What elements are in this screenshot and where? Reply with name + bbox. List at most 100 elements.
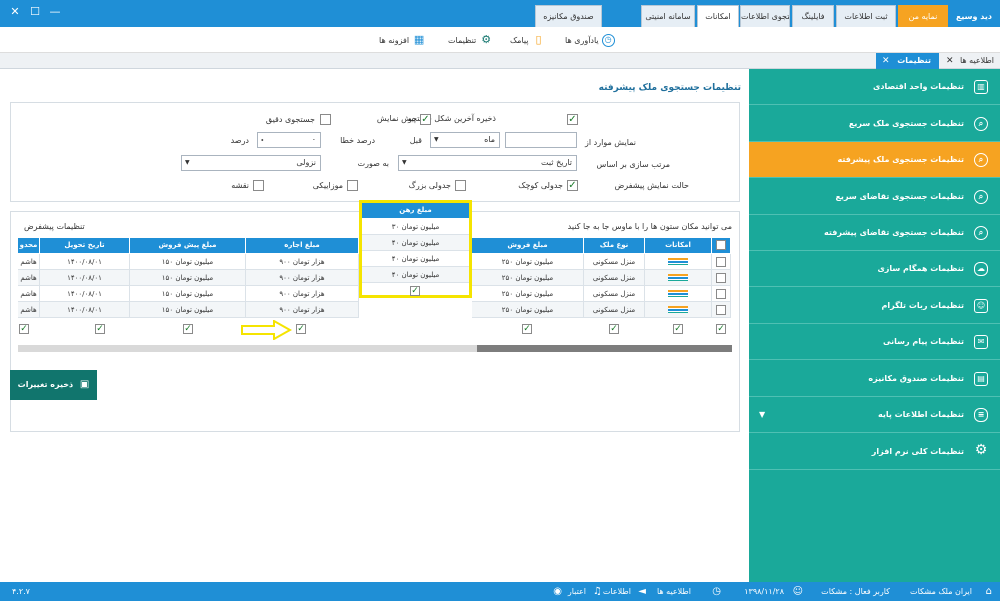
col-sale-header[interactable]: مبلغ فروش xyxy=(472,238,584,253)
month-unit-select[interactable]: ▼ ماه xyxy=(430,132,500,148)
tab-wide-view[interactable]: دید وسیع xyxy=(950,5,998,27)
sidebar-item-advanced-demand-search[interactable]: تنظیمات جستجوی تقاضای پیشرفته ⌕ xyxy=(749,215,1000,251)
row-checkbox-cell[interactable] xyxy=(712,286,731,302)
sidebar-item-telegram-bot[interactable]: تنظیمات ربات تلگرام ☺ xyxy=(749,288,1000,324)
select-all-header[interactable] xyxy=(712,238,731,253)
col-visible-checkbox[interactable]: ✓ xyxy=(716,324,726,334)
row-checkbox-cell[interactable] xyxy=(712,254,731,270)
plugins-button[interactable]: افزونه ها ▦ xyxy=(379,32,426,48)
doc-tab-announcements[interactable]: ✕ اطلاعیه ها xyxy=(942,53,998,69)
sidebar-item-label: تنظیمات ربات تلگرام xyxy=(881,301,964,310)
scrollbar-thumb[interactable] xyxy=(477,345,732,352)
months-count-input[interactable] xyxy=(505,132,577,148)
view-small-table-label: جدولی کوچک xyxy=(518,181,563,190)
maximize-icon[interactable]: ☐ xyxy=(28,5,42,19)
col-type-header[interactable]: نوع ملک xyxy=(584,238,645,253)
tab-features[interactable]: امکانات xyxy=(697,5,739,27)
document-tabs: ✕ تنظیمات ✕ اطلاعیه ها xyxy=(0,53,1000,69)
calendar-icon: ◷ xyxy=(712,586,721,597)
error-percent-value: ۰ xyxy=(311,135,316,144)
search-icon: ⌕ xyxy=(974,226,988,240)
close-icon[interactable]: ✕ xyxy=(882,53,890,69)
row-select-checkbox[interactable] xyxy=(716,257,726,267)
col-visible-checkbox[interactable]: ✓ xyxy=(95,324,105,334)
settings-button[interactable]: تنظیمات ⚙ xyxy=(448,32,493,48)
month-unit-value: ماه xyxy=(484,135,495,144)
features-cell xyxy=(645,286,712,302)
save-changes-button[interactable]: ذخیره تغییرات ▣ xyxy=(10,370,97,400)
row-select-checkbox[interactable] xyxy=(716,305,726,315)
percent-label: درصد xyxy=(230,136,249,145)
view-small-table-checkbox[interactable]: ✓ xyxy=(567,180,578,191)
row-checkbox-cell[interactable] xyxy=(712,270,731,286)
sidebar-item-sync[interactable]: تنظیمات همگام سازی ☁ xyxy=(749,251,1000,287)
preview-checkbox[interactable]: ✓ xyxy=(420,114,431,125)
sidebar-item-advanced-property-search[interactable]: تنظیمات جستجوی ملک پیشرفته ⌕ xyxy=(749,142,1000,178)
news-link[interactable]: اطلاعات xyxy=(603,582,631,601)
col-rent-header[interactable]: مبلغ اجاره xyxy=(246,238,359,253)
view-map-checkbox[interactable] xyxy=(253,180,264,191)
sidebar-item-base-data[interactable]: ▼ تنظیمات اطلاعات پایه ≡ xyxy=(749,397,1000,433)
row-select-checkbox[interactable] xyxy=(716,289,726,299)
reminders-button[interactable]: یادآوری ها ◷ xyxy=(565,32,615,48)
deposit-header[interactable]: مبلغ رهن xyxy=(362,203,469,218)
col-presale-header[interactable]: مبلغ پیش فروش xyxy=(130,238,246,253)
rent-price-cell: ۹۰۰ هزار تومان xyxy=(246,286,359,302)
sms-button[interactable]: پیامک ▯ xyxy=(510,32,546,48)
col-visible-checkbox[interactable]: ✓ xyxy=(19,324,29,334)
announcements-link[interactable]: اطلاعیه ها xyxy=(657,582,691,601)
col-visible-checkbox[interactable]: ✓ xyxy=(522,324,532,334)
doc-tab-settings[interactable]: ✕ تنظیمات xyxy=(876,53,939,69)
features-icon xyxy=(668,274,688,281)
settings-label: تنظیمات xyxy=(448,35,477,45)
tab-filing[interactable]: فایلینگ xyxy=(792,5,834,27)
sidebar-item-general[interactable]: تنظیمات کلی نرم افزار ⚙ xyxy=(749,434,1000,470)
tab-my-profile[interactable]: نمایه من xyxy=(898,5,948,27)
error-percent-input[interactable]: ⬩ ۰ xyxy=(257,132,321,148)
sort-by-select[interactable]: ▼ تاریخ ثبت xyxy=(398,155,577,171)
tab-safe-box[interactable]: صندوق مکانیزه xyxy=(535,5,602,27)
chevron-down-icon[interactable]: ▼ xyxy=(759,397,765,433)
delivery-date-cell: ۱۴۰۰/۰۸/۰۱ xyxy=(40,254,130,270)
register-icon: ▤ xyxy=(974,372,988,386)
col-visible-checkbox[interactable]: ✓ xyxy=(296,324,306,334)
view-big-table-checkbox[interactable] xyxy=(455,180,466,191)
features-cell xyxy=(645,270,712,286)
presale-price-cell: ۱۵۰ میلیون تومان xyxy=(130,286,246,302)
dragged-column-popup[interactable]: مبلغ رهن ۳۰ میلیون تومان ۴۰ میلیون تومان… xyxy=(359,200,472,298)
col-features-header[interactable]: امکانات xyxy=(645,238,712,253)
col-delivery-header[interactable]: تاریخ تحویل xyxy=(40,238,130,253)
sidebar-item-quick-property-search[interactable]: تنظیمات جستجوی ملک سریع ⌕ xyxy=(749,106,1000,142)
save-last-search-checkbox[interactable]: ✓ xyxy=(567,114,578,125)
sort-order-select[interactable]: ▼ نزولی xyxy=(181,155,321,171)
col-visible-checkbox[interactable]: ✓ xyxy=(673,324,683,334)
tab-data-search[interactable]: جستجوی اطلاعات xyxy=(740,5,790,27)
tab-security[interactable]: سامانه امنیتی xyxy=(641,5,695,27)
col-visible-checkbox[interactable]: ✓ xyxy=(609,324,619,334)
tab-data-entry[interactable]: ثبت اطلاعات xyxy=(836,5,896,27)
sidebar-item-messaging[interactable]: تنظیمات پیام رسانی ✉ xyxy=(749,324,1000,360)
delivery-date-cell: ۱۴۰۰/۰۸/۰۱ xyxy=(40,270,130,286)
doc-tab-announcements-label: اطلاعیه ها xyxy=(959,56,994,65)
minimize-icon[interactable]: — xyxy=(48,5,62,19)
deposit-visible-checkbox[interactable]: ✓ xyxy=(410,286,420,296)
sidebar-item-safe-box[interactable]: تنظیمات صندوق مکانیزه ▤ xyxy=(749,361,1000,397)
column-reorder-hint: می توانید مکان ستون ها را با ماوس جا به … xyxy=(567,222,732,231)
features-icon xyxy=(668,290,688,297)
view-mosaic-checkbox[interactable] xyxy=(347,180,358,191)
col-area-header[interactable]: محدو xyxy=(18,238,40,253)
select-all-checkbox[interactable] xyxy=(716,240,726,250)
page-title: تنظیمات جستجوی ملک پیشرفته xyxy=(598,83,741,93)
sidebar-item-label: تنظیمات جستجوی ملک سریع xyxy=(848,119,964,128)
sidebar-item-quick-demand-search[interactable]: تنظیمات جستجوی تقاضای سریع ⌕ xyxy=(749,179,1000,215)
horizontal-scrollbar[interactable] xyxy=(18,345,732,352)
sale-price-cell: ۲۵۰ میلیون تومان xyxy=(472,286,584,302)
close-icon[interactable]: ✕ xyxy=(8,5,22,19)
col-visible-checkbox[interactable]: ✓ xyxy=(183,324,193,334)
exact-search-checkbox[interactable] xyxy=(320,114,331,125)
sidebar-item-economic-unit[interactable]: تنظیمات واحد اقتصادی ▥ xyxy=(749,69,1000,105)
row-checkbox-cell[interactable] xyxy=(712,302,731,318)
credit-link[interactable]: اعتبار xyxy=(568,582,586,601)
row-select-checkbox[interactable] xyxy=(716,273,726,283)
close-icon[interactable]: ✕ xyxy=(946,53,954,69)
